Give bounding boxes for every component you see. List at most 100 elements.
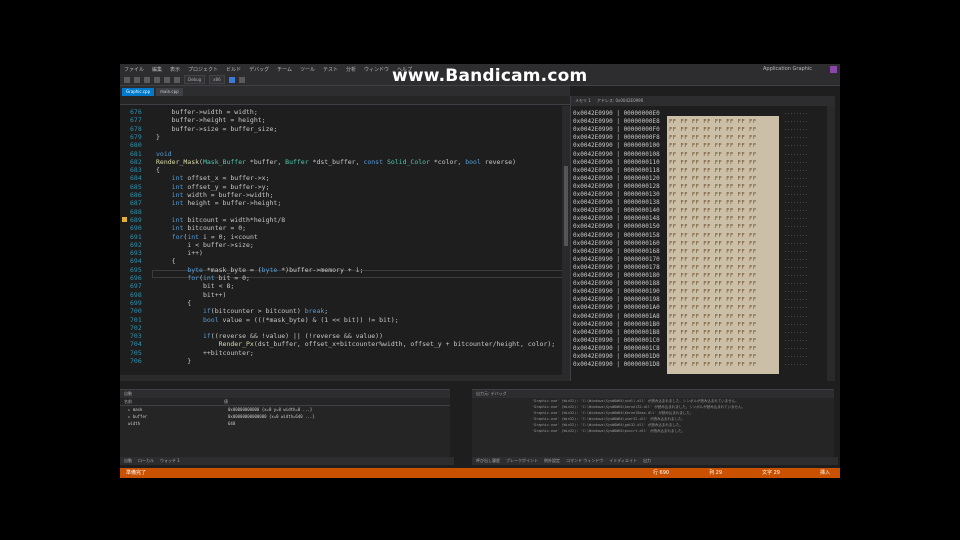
memory-hex-row[interactable]: FF FF FF FF FF FF FF FF bbox=[669, 208, 757, 214]
open-icon[interactable] bbox=[154, 76, 160, 83]
code-line[interactable]: Render_Mask(Mask_Buffer *buffer, Buffer … bbox=[156, 158, 516, 166]
tab-auto[interactable]: 自動 bbox=[124, 457, 132, 465]
platform-dropdown[interactable]: x86 bbox=[209, 75, 225, 84]
memory-hex-row[interactable]: FF FF FF FF FF FF FF FF bbox=[669, 281, 757, 287]
save-icon[interactable] bbox=[164, 76, 170, 83]
code-line[interactable]: bit++) bbox=[156, 291, 227, 299]
tab-breakpoints[interactable]: ブレークポイント bbox=[506, 457, 538, 465]
code-line[interactable]: int bitcount = width*height/8 bbox=[156, 216, 286, 224]
memory-hex-row[interactable]: FF FF FF FF FF FF FF FF bbox=[669, 249, 757, 255]
memory-hex-row[interactable]: FF FF FF FF FF FF FF FF bbox=[669, 135, 757, 141]
memory-hex-row[interactable]: FF FF FF FF FF FF FF FF bbox=[669, 322, 757, 328]
memory-hex-row[interactable]: FF FF FF FF FF FF FF FF bbox=[669, 143, 757, 149]
code-area[interactable]: buffer->width = width; buffer->height = … bbox=[156, 106, 561, 381]
code-line[interactable]: buffer->width = width; bbox=[156, 108, 258, 116]
memory-hex-row[interactable]: FF FF FF FF FF FF FF FF bbox=[669, 338, 757, 344]
memory-hex-row[interactable]: FF FF FF FF FF FF FF FF bbox=[669, 314, 757, 320]
code-line[interactable]: int offset_y = buffer->y; bbox=[156, 183, 270, 191]
code-line[interactable]: bit < 8; bbox=[156, 282, 234, 290]
menu-item-debug[interactable]: デバッグ bbox=[249, 66, 269, 73]
config-dropdown[interactable]: Debug bbox=[184, 75, 206, 84]
code-line[interactable]: if(bitcounter > bitcount) break; bbox=[156, 307, 328, 315]
editor-horizontal-scrollbar[interactable] bbox=[120, 375, 570, 381]
tab-main-cpp[interactable]: main.cpp bbox=[156, 88, 183, 96]
editor-vertical-scrollbar[interactable] bbox=[562, 106, 570, 381]
memory-hex-row[interactable]: FF FF FF FF FF FF FF FF bbox=[669, 354, 757, 360]
code-line[interactable]: int bitcounter = 0; bbox=[156, 224, 246, 232]
menu-item-edit[interactable]: 編集 bbox=[152, 66, 162, 73]
memory-hex-row[interactable]: FF FF FF FF FF FF FF FF bbox=[669, 233, 757, 239]
code-line[interactable]: byte *mask_byte = (byte *)buffer->memory… bbox=[156, 266, 363, 274]
code-line[interactable]: for(int bit = 0; bbox=[156, 274, 250, 282]
memory-hex-row[interactable]: FF FF FF FF FF FF FF FF bbox=[669, 330, 757, 336]
memory-hex-row[interactable]: FF FF FF FF FF FF FF FF bbox=[669, 168, 757, 174]
memory-scrollbar[interactable] bbox=[827, 106, 835, 381]
code-line[interactable]: Render_Px(dst_buffer, offset_x+bitcounte… bbox=[156, 340, 556, 348]
tab-locals[interactable]: ローカル bbox=[138, 457, 154, 465]
continue-icon[interactable] bbox=[228, 76, 235, 83]
locals-row[interactable]: ▸ buffer 0x00000000000000 {x=0 width=640 … bbox=[120, 413, 450, 420]
tab-watch[interactable]: ウォッチ 1 bbox=[160, 457, 180, 465]
menu-item-analyze[interactable]: 分析 bbox=[346, 66, 356, 73]
memory-hex-row[interactable]: FF FF FF FF FF FF FF FF bbox=[669, 273, 757, 279]
code-line[interactable]: buffer->height = height; bbox=[156, 116, 266, 124]
memory-hex-row[interactable]: FF FF FF FF FF FF FF FF bbox=[669, 119, 757, 125]
memory-hex-row[interactable]: FF FF FF FF FF FF FF FF bbox=[669, 346, 757, 352]
menu-item-file[interactable]: ファイル bbox=[124, 66, 144, 73]
memory-hex-row[interactable]: FF FF FF FF FF FF FF FF bbox=[669, 297, 757, 303]
locals-row[interactable]: width 640 bbox=[120, 420, 450, 427]
code-line[interactable]: ++bitcounter; bbox=[156, 349, 254, 357]
memory-hex-row[interactable]: FF FF FF FF FF FF FF FF bbox=[669, 241, 757, 247]
memory-hex-row[interactable]: FF FF FF FF FF FF FF FF bbox=[669, 152, 757, 158]
menu-item-test[interactable]: テスト bbox=[323, 66, 338, 73]
new-file-icon[interactable] bbox=[144, 76, 150, 83]
memory-hex-row[interactable]: FF FF FF FF FF FF FF FF bbox=[669, 289, 757, 295]
memory-hex-row[interactable]: FF FF FF FF FF FF FF FF bbox=[669, 257, 757, 263]
undo-icon[interactable] bbox=[174, 76, 180, 83]
code-line[interactable]: i < buffer->size; bbox=[156, 241, 254, 249]
menu-item-build[interactable]: ビルド bbox=[226, 66, 241, 73]
memory-hex-row[interactable]: FF FF FF FF FF FF FF FF bbox=[669, 265, 757, 271]
code-line[interactable]: int height = buffer->height; bbox=[156, 199, 282, 207]
scroll-thumb[interactable] bbox=[564, 166, 568, 246]
menu-item-view[interactable]: 表示 bbox=[170, 66, 180, 73]
memory-hex-row[interactable]: FF FF FF FF FF FF FF FF bbox=[669, 224, 757, 230]
code-line[interactable]: buffer->size = buffer_size; bbox=[156, 125, 278, 133]
back-icon[interactable] bbox=[124, 76, 130, 83]
breakpoint-arrow-icon[interactable] bbox=[122, 216, 127, 222]
tab-immediate[interactable]: イミディエイト bbox=[609, 457, 637, 465]
code-line[interactable]: { bbox=[156, 166, 160, 174]
code-line[interactable]: i++) bbox=[156, 249, 203, 257]
memory-address-field[interactable]: アドレス: 0x0042E0990 bbox=[597, 96, 643, 106]
locals-row[interactable]: ▸ mask 0x00000000000 {x=0 y=0 width=0 ...… bbox=[120, 406, 450, 413]
tab-graphic-cpp[interactable]: Graphic.cpp bbox=[122, 88, 155, 96]
code-line[interactable]: void bbox=[156, 150, 172, 158]
memory-hex-row[interactable]: FF FF FF FF FF FF FF FF bbox=[669, 160, 757, 166]
code-line[interactable]: } bbox=[156, 357, 191, 365]
memory-hex-row[interactable]: FF FF FF FF FF FF FF FF bbox=[669, 362, 757, 368]
menu-item-team[interactable]: チーム bbox=[277, 66, 292, 73]
menu-item-tools[interactable]: ツール bbox=[300, 66, 315, 73]
menu-item-window[interactable]: ウィンドウ bbox=[364, 66, 389, 73]
memory-hex-row[interactable]: FF FF FF FF FF FF FF FF bbox=[669, 176, 757, 182]
memory-hex-row[interactable]: FF FF FF FF FF FF FF FF bbox=[669, 127, 757, 133]
code-line[interactable]: { bbox=[156, 299, 191, 307]
memory-hex-row[interactable]: FF FF FF FF FF FF FF FF bbox=[669, 305, 757, 311]
tab-exception-settings[interactable]: 例外設定 bbox=[544, 457, 560, 465]
code-line[interactable]: { bbox=[156, 257, 176, 265]
tab-command-window[interactable]: コマンド ウィンドウ bbox=[566, 457, 603, 465]
code-line[interactable]: } bbox=[156, 133, 160, 141]
code-line[interactable]: int width = buffer->width; bbox=[156, 191, 274, 199]
code-line[interactable]: int offset_x = buffer->x; bbox=[156, 174, 270, 182]
forward-icon[interactable] bbox=[134, 76, 140, 83]
code-line[interactable]: for(int i = 0; i<count bbox=[156, 233, 258, 241]
output-source[interactable]: 出力元: デバッグ bbox=[472, 390, 834, 398]
memory-hex-row[interactable]: FF FF FF FF FF FF FF FF bbox=[669, 200, 757, 206]
code-line[interactable]: bool value = (((*mask_byte) & (1 << bit)… bbox=[156, 316, 399, 324]
tab-output[interactable]: 出力 bbox=[643, 457, 651, 465]
memory-hex-row[interactable]: FF FF FF FF FF FF FF FF bbox=[669, 184, 757, 190]
memory-hex-row[interactable]: FF FF FF FF FF FF FF FF bbox=[669, 192, 757, 198]
code-line[interactable]: if((reverse && !value) || (!reverse && v… bbox=[156, 332, 383, 340]
menu-item-project[interactable]: プロジェクト bbox=[188, 66, 218, 73]
memory-hex-row[interactable]: FF FF FF FF FF FF FF FF bbox=[669, 216, 757, 222]
